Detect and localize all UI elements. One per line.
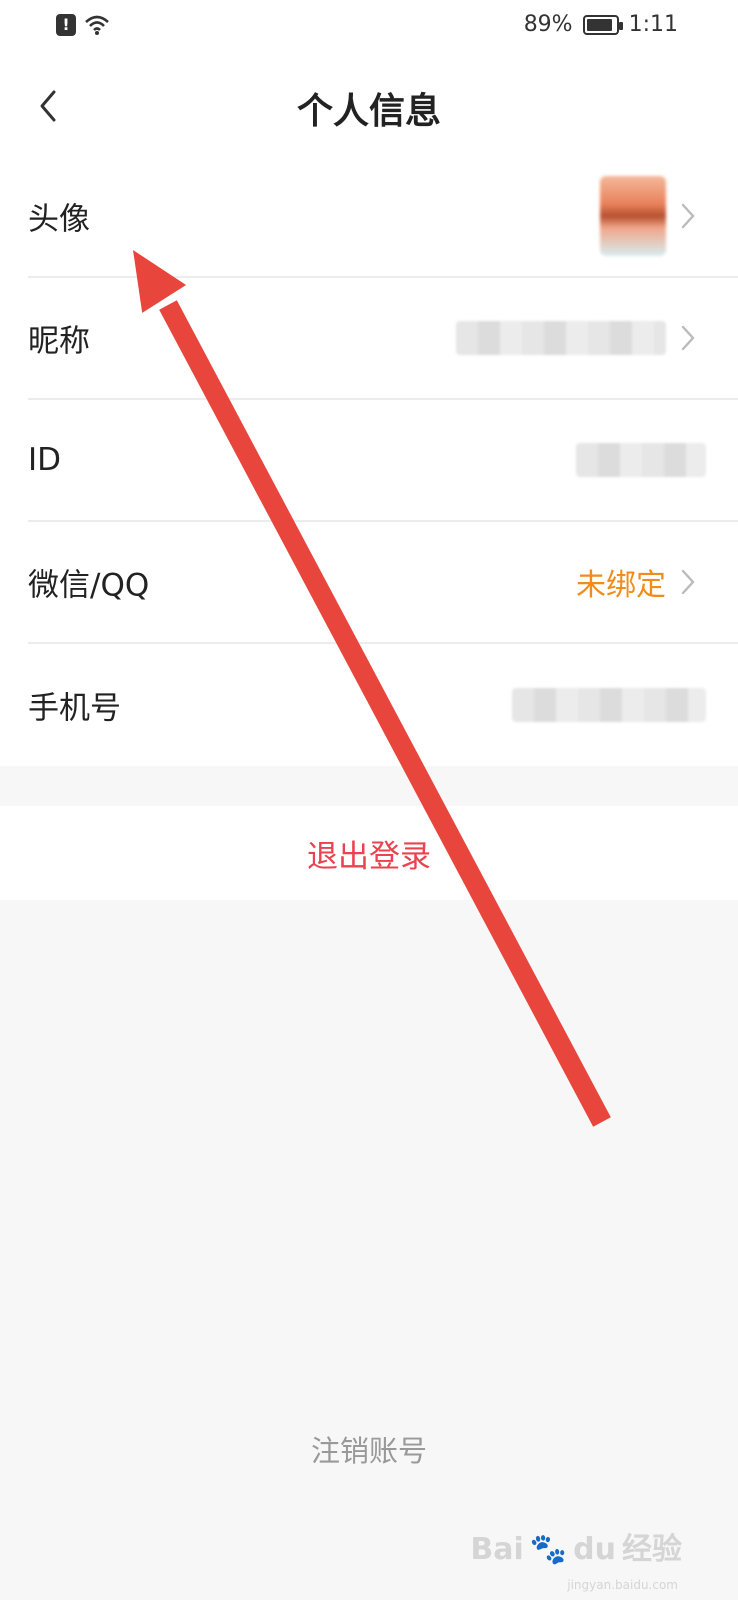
cancel-account-link[interactable]: 注销账号 xyxy=(0,1428,738,1470)
chevron-right-icon xyxy=(681,325,695,351)
avatar-row[interactable]: 头像 xyxy=(28,156,738,278)
nickname-value-blurred xyxy=(456,321,666,355)
watermark-brand: Bai xyxy=(470,1532,524,1567)
nickname-label: 昵称 xyxy=(28,323,90,360)
avatar-row-right xyxy=(600,176,696,256)
avatar-label: 头像 xyxy=(28,201,90,238)
watermark-brand-cn: 经验 xyxy=(622,1532,682,1567)
wechat-qq-row-right: 未绑定 xyxy=(576,560,696,604)
avatar-image xyxy=(600,176,666,256)
page-header: 个人信息 xyxy=(0,56,738,156)
status-left-icons: ! xyxy=(56,14,110,36)
wechat-qq-label: 微信/QQ xyxy=(28,567,150,604)
page-title: 个人信息 xyxy=(296,91,441,132)
battery-icon xyxy=(582,14,623,35)
baidu-watermark: Bai 🐾 du 经验 xyxy=(470,1524,682,1568)
phone-row: 手机号 xyxy=(28,644,738,766)
clock-time: 1:11 xyxy=(628,12,678,37)
status-bar: ! 89% 1:11 xyxy=(0,0,738,56)
id-row-right xyxy=(576,443,706,477)
phone-label: 手机号 xyxy=(28,690,121,727)
nickname-row[interactable]: 昵称 xyxy=(28,278,738,400)
alert-icon: ! xyxy=(56,14,76,36)
phone-value-blurred xyxy=(512,688,706,722)
logout-button[interactable]: 退出登录 xyxy=(0,806,738,900)
phone-row-right xyxy=(512,688,706,722)
profile-info-list: 头像 昵称 ID 微信/QQ 未绑定 手机号 xyxy=(0,156,738,766)
watermark-url: jingyan.baidu.com xyxy=(567,1578,678,1592)
chevron-right-icon xyxy=(681,569,695,595)
unbound-status: 未绑定 xyxy=(576,568,666,603)
id-value-blurred xyxy=(576,443,706,477)
id-row: ID xyxy=(28,400,738,522)
wechat-qq-row[interactable]: 微信/QQ 未绑定 xyxy=(28,522,738,644)
status-right: 89% 1:11 xyxy=(524,12,678,37)
battery-percent: 89% xyxy=(523,12,573,37)
logout-label: 退出登录 xyxy=(307,838,431,875)
chevron-right-icon xyxy=(681,203,695,229)
watermark-brand-2: du xyxy=(573,1532,616,1567)
id-label: ID xyxy=(28,442,62,478)
paw-icon: 🐾 xyxy=(529,1532,568,1567)
wifi-icon xyxy=(85,15,109,35)
battery-fill xyxy=(586,18,612,31)
nickname-row-right xyxy=(456,321,696,355)
